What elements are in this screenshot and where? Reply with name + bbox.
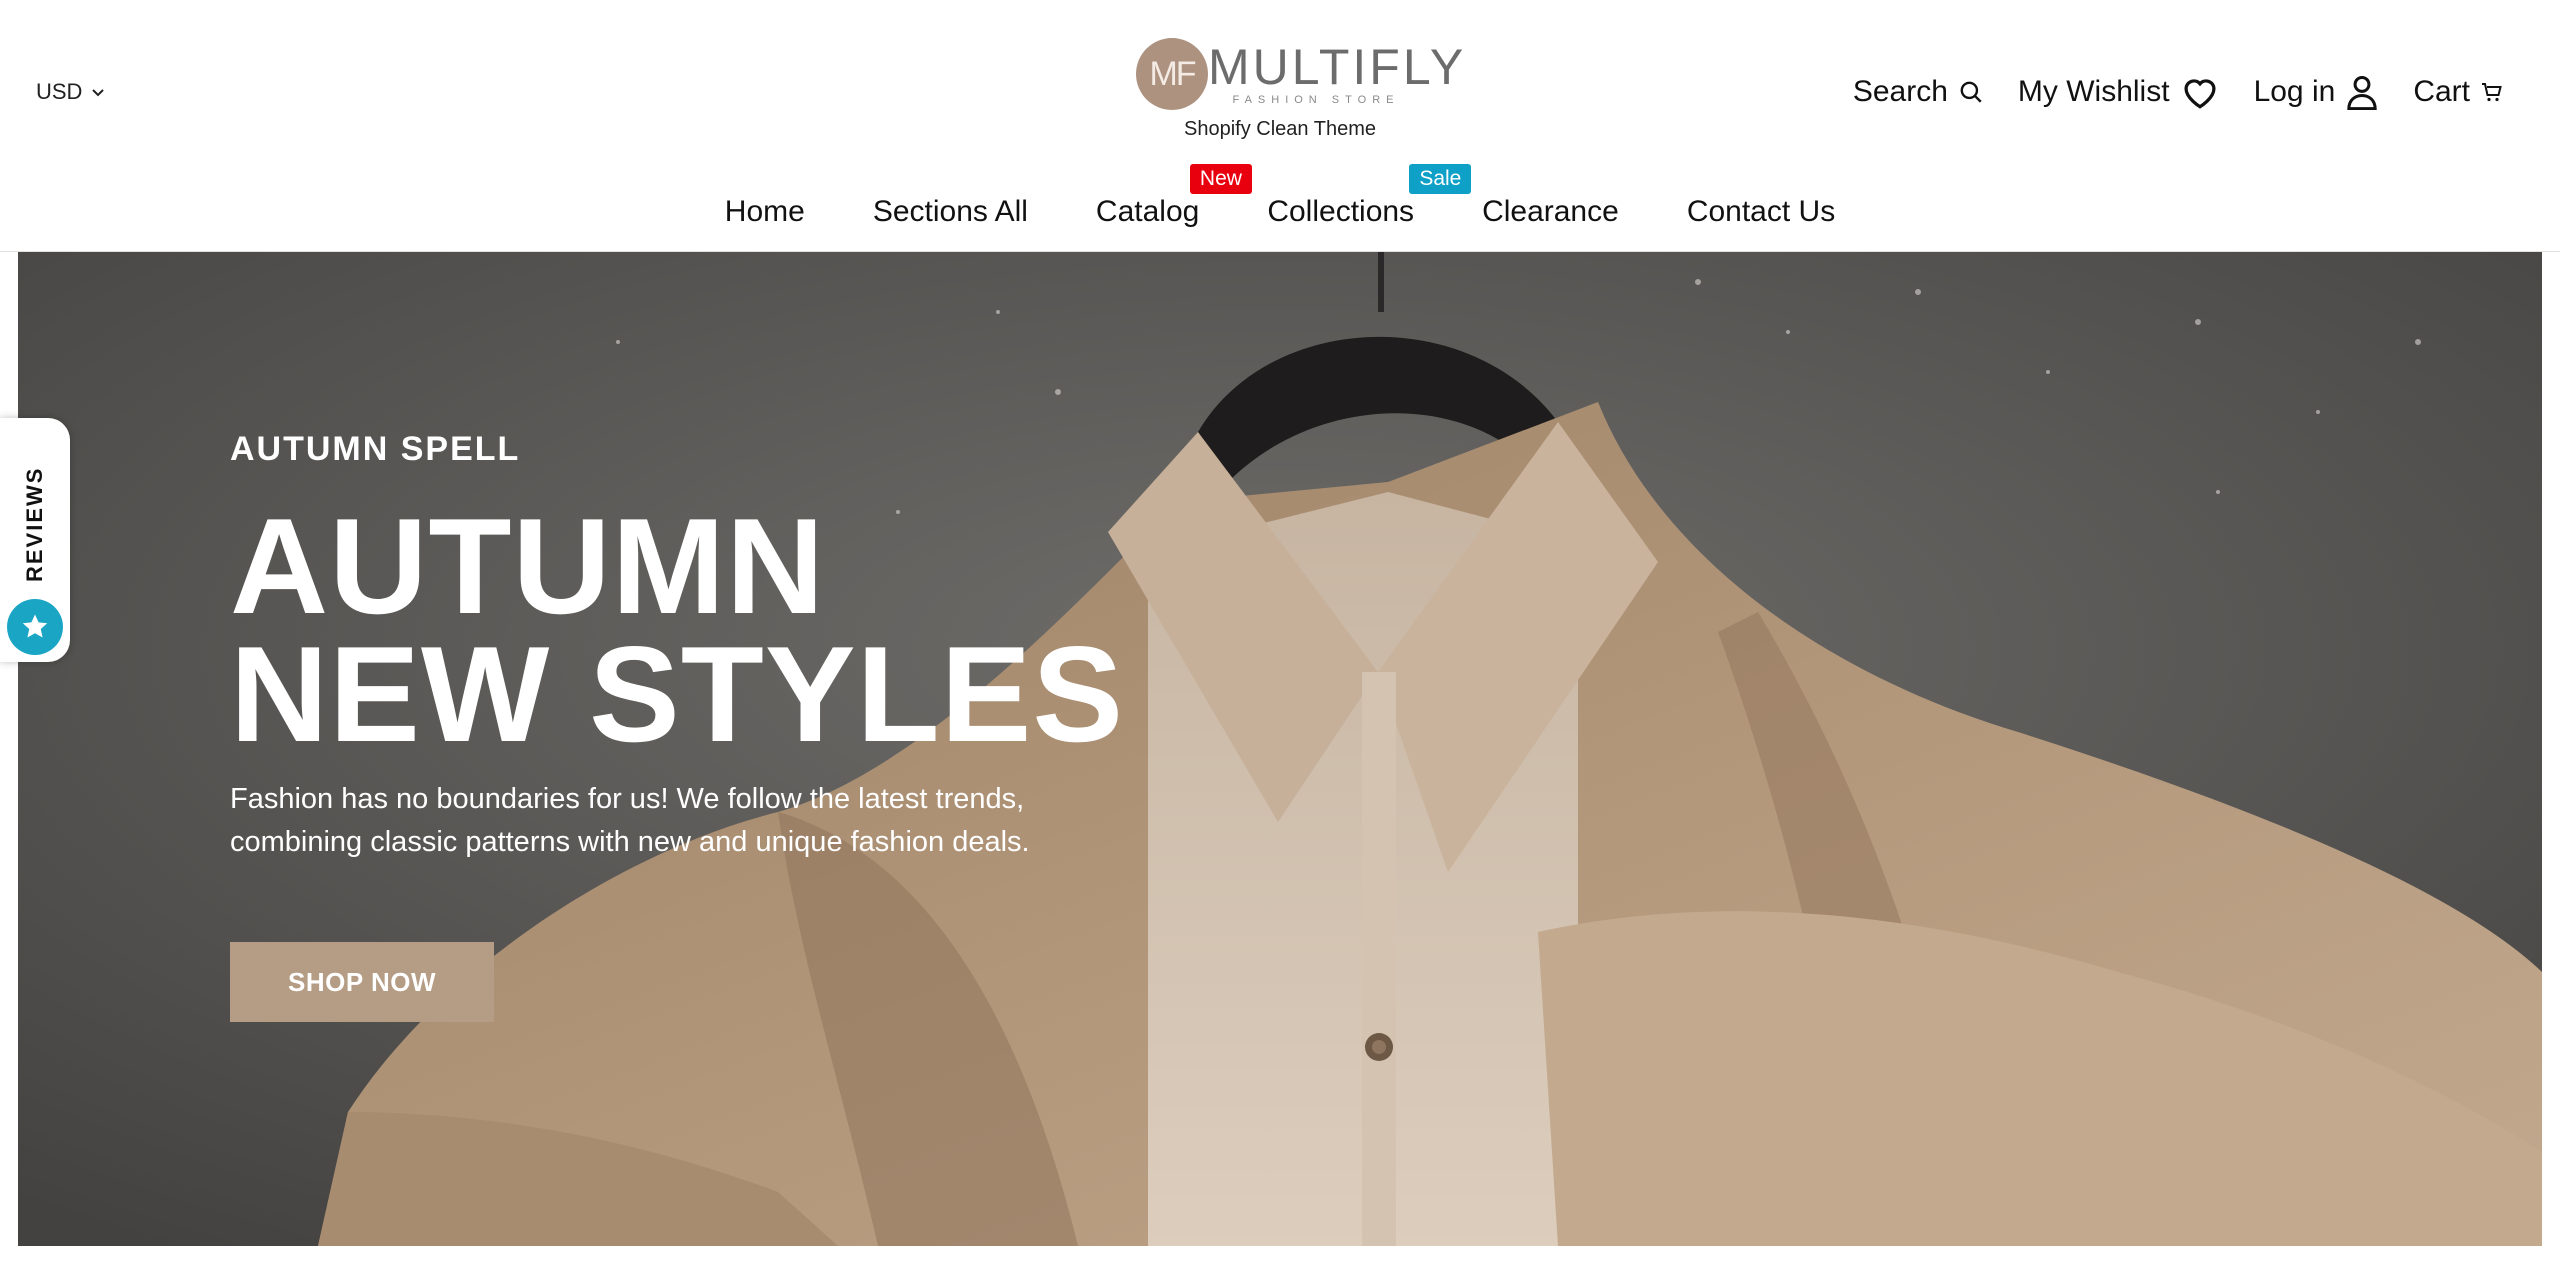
hero-headline-line1: AUTUMN	[230, 490, 826, 642]
login-button[interactable]: Log in	[2254, 74, 2380, 110]
reviews-tab[interactable]: REVIEWS	[0, 418, 70, 662]
search-button[interactable]: Search	[1853, 75, 1984, 109]
hero-subtext: Fashion has no boundaries for us! We fol…	[230, 778, 1210, 864]
nav-item-sections-all[interactable]: Sections All	[873, 190, 1028, 234]
nav-label: Sections All	[872, 195, 1028, 228]
nav-label: Contact Us	[1686, 195, 1836, 228]
currency-label: USD	[36, 79, 83, 104]
reviews-label: REVIEWS	[22, 466, 47, 582]
chevron-down-icon	[92, 89, 105, 97]
user-icon	[2347, 75, 2377, 110]
nav-item-catalog[interactable]: Catalog New	[1095, 164, 1252, 234]
hero-subtext-line2: combining classic patterns with new and …	[230, 826, 1030, 858]
currency-selector[interactable]: USD	[36, 78, 106, 106]
shop-now-button[interactable]: SHOP NOW	[230, 942, 494, 1022]
logo-monogram: MF	[1136, 38, 1208, 110]
nav-label: Catalog	[1095, 195, 1200, 228]
cart-label: Cart	[2413, 75, 2470, 108]
wishlist-button[interactable]: My Wishlist	[2018, 74, 2220, 110]
store-tagline: Shopify Clean Theme	[1184, 118, 1376, 140]
nav-item-collections[interactable]: Collections Sale	[1267, 164, 1472, 234]
hero-headline-line2: NEW STYLES	[230, 618, 1125, 770]
nav-label: Collections	[1267, 195, 1415, 228]
nav-item-clearance[interactable]: Clearance	[1482, 190, 1619, 234]
wishlist-label: My Wishlist	[2017, 75, 2170, 108]
login-label: Log in	[2253, 75, 2336, 108]
cart-button[interactable]: Cart	[2413, 75, 2504, 109]
logo-subtitle: FASHION STORE	[1232, 94, 1400, 106]
nav-item-contact-us[interactable]: Contact Us	[1687, 190, 1835, 234]
logo-name: MULTIFLY	[1208, 39, 1467, 95]
star-icon	[7, 599, 63, 655]
cart-icon	[2482, 83, 2502, 102]
new-badge: New	[1189, 164, 1252, 194]
hero-banner: AUTUMN SPELL AUTUMN NEW STYLES Fashion h…	[18, 252, 2542, 1246]
search-icon	[1960, 81, 1982, 103]
heart-icon	[2184, 79, 2216, 109]
main-navigation: Home Sections All Catalog New Collection…	[0, 164, 2560, 234]
search-label: Search	[1852, 75, 1948, 108]
hero-subtext-line1: Fashion has no boundaries for us! We fol…	[230, 783, 1025, 815]
hero-headline: AUTUMN NEW STYLES	[230, 490, 1125, 770]
header-actions: Search My Wishlist Log in Cart	[1853, 70, 2504, 114]
hero-eyebrow: AUTUMN SPELL	[230, 430, 521, 468]
nav-item-home[interactable]: Home	[725, 190, 805, 234]
site-header: USD MF MULTIFLY FASHION STORE Shopify Cl…	[0, 0, 2560, 252]
nav-label: Clearance	[1482, 195, 1619, 228]
nav-label: Home	[724, 195, 805, 228]
sale-badge: Sale	[1409, 164, 1472, 194]
